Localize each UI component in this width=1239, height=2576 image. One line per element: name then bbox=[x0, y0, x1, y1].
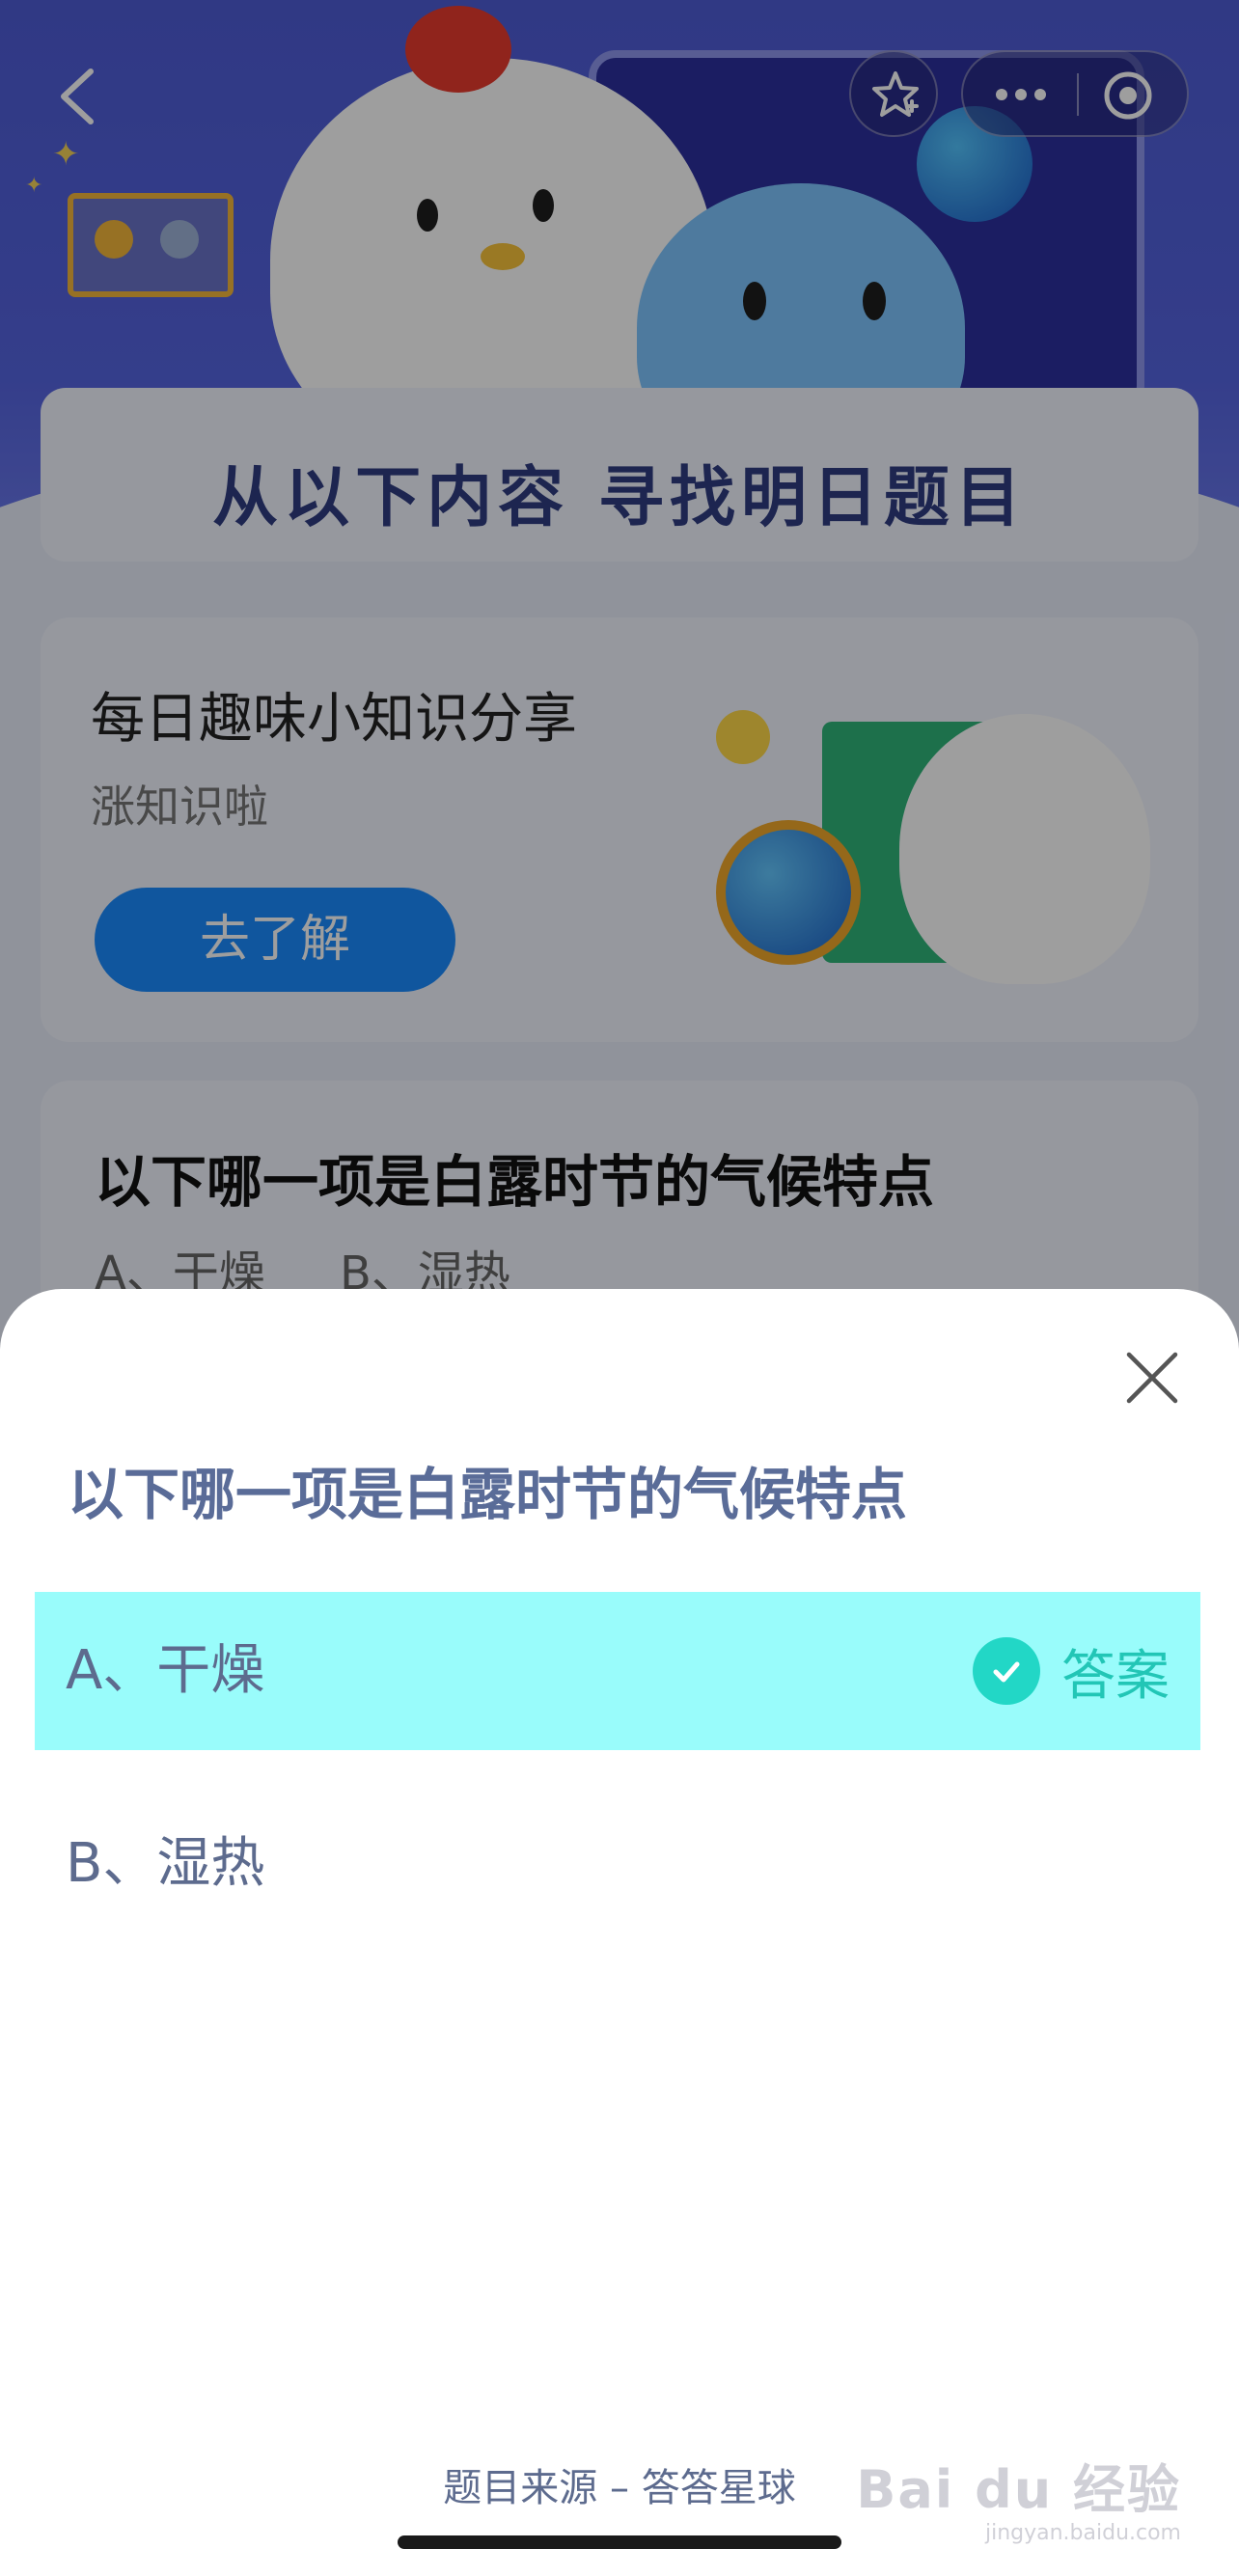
close-icon bbox=[1126, 1352, 1178, 1404]
home-indicator[interactable] bbox=[398, 2535, 841, 2549]
check-circle-icon bbox=[973, 1637, 1040, 1705]
correct-answer-tag: 答案 bbox=[973, 1592, 1170, 1750]
baidu-jingyan-watermark: Bai du 经验 jingyan.baidu.com bbox=[856, 2447, 1181, 2545]
answer-option-a[interactable]: A、干燥 答案 bbox=[35, 1592, 1200, 1750]
option-label: B、湿热 bbox=[66, 1832, 265, 1895]
watermark-url: jingyan.baidu.com bbox=[984, 2521, 1181, 2545]
option-label: A、干燥 bbox=[66, 1639, 265, 1702]
answer-option-b[interactable]: B、湿热 bbox=[35, 1785, 1200, 1943]
close-sheet-button[interactable] bbox=[1123, 1349, 1181, 1407]
question-title: 以下哪一项是白露时节的气候特点 bbox=[68, 1462, 908, 1527]
watermark-brand: Bai du 经验 bbox=[856, 2459, 1181, 2520]
answer-sheet: 以下哪一项是白露时节的气候特点 A、干燥 答案 B、湿热 题目来源 – 答答星球… bbox=[0, 1289, 1239, 2576]
answer-label: 答案 bbox=[1061, 1644, 1170, 1708]
